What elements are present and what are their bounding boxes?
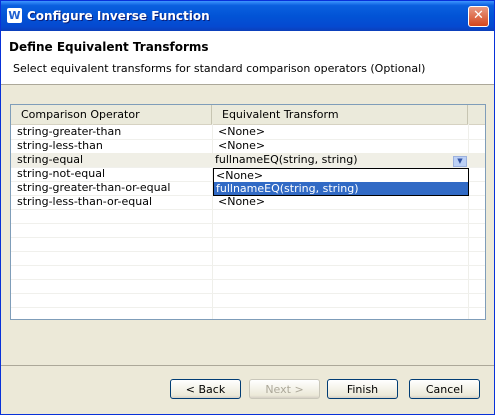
- table-row: [11, 265, 485, 280]
- back-button[interactable]: < Back: [170, 379, 241, 399]
- table-row[interactable]: string-less-than <None>: [11, 139, 485, 154]
- column-header-operator[interactable]: Comparison Operator: [11, 105, 212, 124]
- title-bar[interactable]: W Configure Inverse Function ✕: [1, 1, 494, 31]
- chevron-down-icon: ▼: [457, 157, 463, 165]
- table-row: [11, 279, 485, 294]
- transform-cell[interactable]: <None>: [218, 195, 265, 209]
- table-header: Comparison Operator Equivalent Transform: [11, 105, 485, 125]
- close-icon: ✕: [473, 8, 484, 23]
- operator-cell: string-less-than-or-equal: [17, 195, 153, 208]
- table-row: [11, 209, 485, 224]
- operator-cell: string-greater-than: [17, 125, 122, 138]
- table-row[interactable]: string-equal fullnameEQ(string, string) …: [11, 153, 485, 168]
- dropdown-option-selected[interactable]: fullnameEQ(string, string): [214, 182, 468, 195]
- wizard-header: Define Equivalent Transforms Select equi…: [1, 31, 494, 85]
- table-row: [11, 237, 485, 252]
- window-title: Configure Inverse Function: [27, 9, 210, 23]
- operator-cell: string-greater-than-or-equal: [17, 181, 171, 194]
- finish-button[interactable]: Finish: [327, 379, 398, 399]
- column-header-transform[interactable]: Equivalent Transform: [212, 105, 468, 124]
- dialog-window: W Configure Inverse Function ✕ Define Eq…: [0, 0, 495, 415]
- dropdown-option[interactable]: <None>: [214, 169, 468, 182]
- transform-cell[interactable]: <None>: [218, 125, 265, 139]
- transforms-table: Comparison Operator Equivalent Transform…: [10, 104, 486, 320]
- combo-dropdown-button[interactable]: ▼: [453, 156, 467, 167]
- table-row: [11, 223, 485, 238]
- table-row[interactable]: string-less-than-or-equal <None>: [11, 195, 485, 210]
- transform-combo[interactable]: fullnameEQ(string, string): [215, 153, 358, 167]
- page-title: Define Equivalent Transforms: [9, 40, 209, 54]
- app-icon: W: [7, 8, 22, 23]
- close-button[interactable]: ✕: [468, 6, 489, 27]
- operator-cell: string-not-equal: [17, 167, 106, 180]
- table-row: [11, 293, 485, 308]
- next-button[interactable]: Next >: [249, 379, 320, 399]
- cancel-button[interactable]: Cancel: [409, 379, 480, 399]
- button-bar-divider: [1, 365, 494, 366]
- transform-cell[interactable]: <None>: [218, 139, 265, 153]
- operator-cell: string-equal: [17, 153, 84, 166]
- page-description: Select equivalent transforms for standar…: [13, 62, 426, 75]
- transform-dropdown-list[interactable]: <None> fullnameEQ(string, string): [213, 168, 469, 196]
- operator-cell: string-less-than: [17, 139, 103, 152]
- table-row: [11, 251, 485, 266]
- table-row[interactable]: string-greater-than <None>: [11, 125, 485, 140]
